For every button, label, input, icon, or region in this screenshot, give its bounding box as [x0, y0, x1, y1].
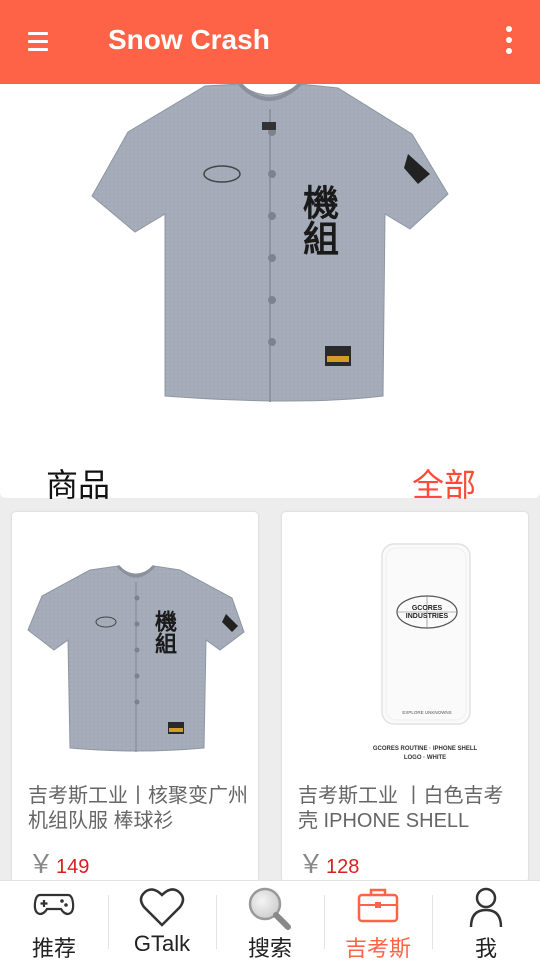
- tab-label: 我: [474, 936, 497, 960]
- search-icon: [248, 887, 291, 930]
- case-bottom-text: EXPLORE UNKNOWNS: [402, 710, 451, 715]
- gamepad-icon: [33, 893, 75, 916]
- product-image-phone-case: GCORES INDUSTRIES EXPLORE UNKNOWNS GCORE…: [373, 543, 478, 761]
- app-title: Snow Crash: [108, 24, 270, 55]
- person-icon: [469, 887, 503, 928]
- product-price: ￥ 149: [28, 844, 89, 881]
- jersey-image: 機組: [91, 84, 449, 402]
- tab-label: 搜索: [247, 936, 292, 960]
- case-logo-line2: INDUSTRIES: [406, 613, 449, 620]
- tab-recommend[interactable]: 推荐: [0, 881, 108, 960]
- more-options-icon[interactable]: [504, 26, 514, 58]
- product-price: ￥ 128: [298, 844, 359, 881]
- tab-label: GTalk: [133, 931, 191, 956]
- tab-label: 推荐: [31, 936, 76, 960]
- price-value: 149: [56, 856, 90, 878]
- bottom-navigation: 推荐 GTalk 搜索 吉考斯 我: [0, 880, 540, 960]
- product-name: 吉考斯工业 丨白色吉考壳 IPHONE SHELL: [298, 785, 504, 832]
- case-logo-line1: GCORES: [412, 605, 443, 612]
- case-caption-line1: GCORES ROUTINE · IPHONE SHELL: [373, 746, 478, 752]
- heart-icon: [139, 888, 185, 927]
- section-header: 商品 全部: [0, 454, 540, 503]
- tab-label: 吉考斯: [344, 936, 411, 960]
- briefcase-icon: [357, 888, 399, 923]
- product-card[interactable]: 機組 吉考斯工业丨核聚变广州机组队服 棒球衫 ￥ 149: [12, 512, 258, 882]
- app-bar: Snow Crash: [0, 0, 540, 84]
- case-caption-line2: LOGO · WHITE: [404, 755, 446, 761]
- section-title: 商品: [46, 467, 111, 503]
- price-value: 128: [326, 856, 360, 878]
- tab-gcores[interactable]: 吉考斯: [324, 881, 432, 960]
- featured-banner[interactable]: 機組: [0, 84, 540, 454]
- view-all-link[interactable]: 全部: [412, 460, 476, 506]
- product-card[interactable]: GCORES INDUSTRIES EXPLORE UNKNOWNS GCORE…: [282, 512, 528, 882]
- currency-symbol: ￥: [28, 849, 55, 879]
- jersey-calligraphy: 機組: [297, 184, 339, 256]
- tab-search[interactable]: 搜索: [216, 881, 324, 960]
- hamburger-menu-icon[interactable]: [28, 32, 56, 54]
- tab-gtalk[interactable]: GTalk: [108, 881, 216, 960]
- currency-symbol: ￥: [298, 849, 325, 879]
- product-name: 吉考斯工业丨核聚变广州机组队服 棒球衫: [28, 785, 248, 832]
- product-image-jersey: 機組: [27, 564, 245, 752]
- jersey-calligraphy-thumb: 機組: [151, 610, 177, 654]
- tab-me[interactable]: 我: [432, 881, 540, 960]
